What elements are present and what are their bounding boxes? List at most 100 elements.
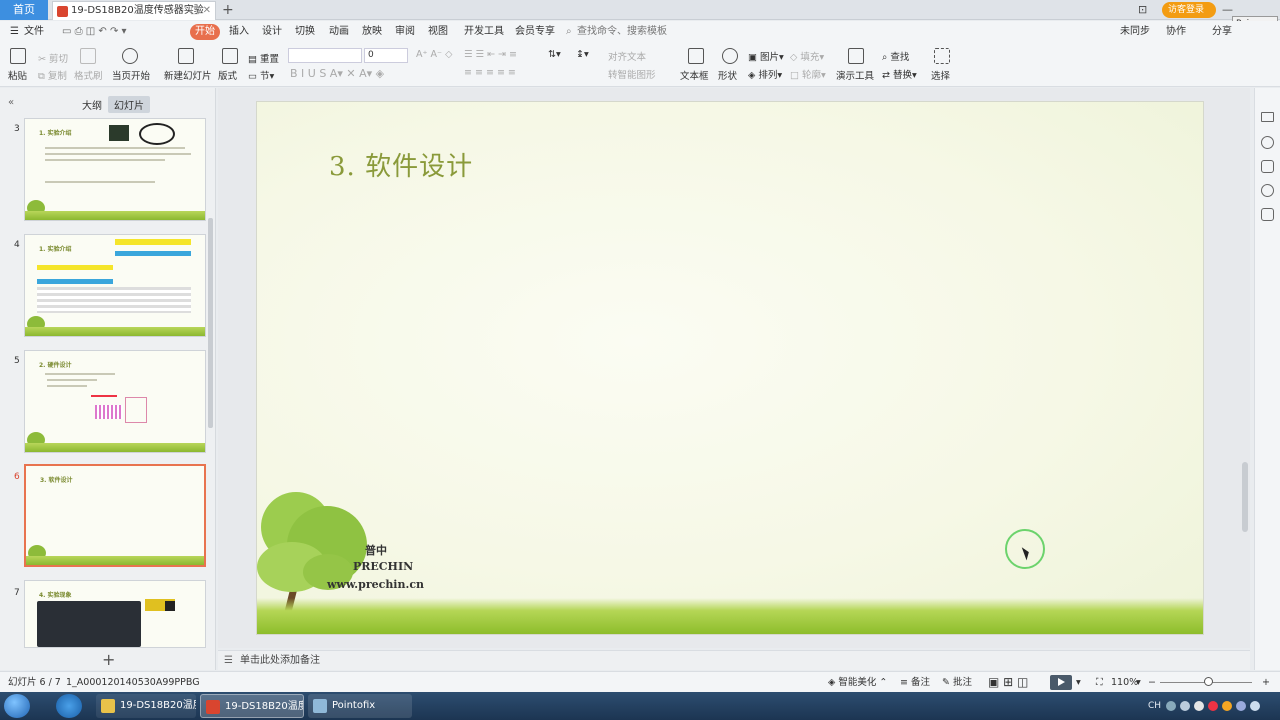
menu-view[interactable]: 视图 (428, 21, 448, 43)
taskbar-item-wps[interactable]: 19-DS18B20温度... (200, 694, 304, 718)
play-options-icon[interactable]: ▾ (1076, 672, 1081, 693)
tray-icon[interactable] (1180, 701, 1190, 711)
book-icon[interactable]: ⊡ (1138, 0, 1147, 20)
help-icon[interactable] (1261, 184, 1274, 197)
menu-member[interactable]: 会员专享 (515, 21, 555, 43)
hamburger-icon[interactable]: ☰ (10, 21, 19, 43)
new-slide-button[interactable]: 新建幻灯片 (164, 68, 212, 82)
add-slide-icon[interactable]: + (102, 650, 115, 669)
line-spacing-icon[interactable]: ↨▾ (576, 49, 589, 60)
collaborate-button[interactable]: 协作 (1166, 21, 1186, 43)
menu-insert[interactable]: 插入 (229, 21, 249, 43)
outline-button[interactable]: □ 轮廓▾ (790, 67, 826, 81)
taskbar-item-folder[interactable]: 19-DS18B20温度... (96, 694, 196, 718)
tab-outline[interactable]: 大纲 (76, 96, 108, 113)
sync-status[interactable]: 未同步 (1120, 21, 1150, 43)
zoom-level[interactable]: 110% (1111, 672, 1138, 693)
list-icons[interactable]: ☰ ☰ ⇤ ⇥ ≡ (464, 49, 517, 60)
zoom-in-icon[interactable]: + (1262, 672, 1270, 693)
slide-thumbnail-3[interactable]: 1. 实验介绍 (24, 118, 206, 221)
taskbar-item-pointofix[interactable]: Pointofix (308, 694, 412, 718)
font-name-field[interactable] (288, 48, 362, 63)
menu-transition[interactable]: 切换 (295, 21, 315, 43)
font-size-field[interactable]: 0 (364, 48, 408, 63)
tray-icon[interactable] (1194, 701, 1204, 711)
slide-title[interactable]: 3. 软件设计 (329, 146, 473, 183)
tray-icon[interactable] (1236, 701, 1246, 711)
menu-file[interactable]: 文件 (24, 21, 44, 43)
select-icon[interactable] (934, 48, 950, 64)
document-tab[interactable]: 19-DS18B20温度传感器实验 □ ✕ (52, 1, 216, 20)
scroll-thumb[interactable] (1242, 462, 1248, 532)
tray-icon[interactable] (1250, 701, 1260, 711)
section-button[interactable]: ▭ 节▾ (248, 68, 274, 82)
menu-slideshow[interactable]: 放映 (362, 21, 382, 43)
copy-button[interactable]: ⧉ 复制 (38, 68, 67, 82)
slide-thumbnail-7[interactable]: 4. 实验现象 (24, 580, 206, 648)
zoom-slider-knob[interactable] (1204, 677, 1213, 686)
properties-icon[interactable] (1261, 112, 1274, 122)
thumbnail-scrollbar[interactable] (208, 218, 213, 428)
shape-button[interactable]: 形状 (718, 68, 737, 82)
slide-thumbnail-6[interactable]: 3. 软件设计 (24, 464, 206, 567)
fit-window-icon[interactable]: ⛶ (1096, 672, 1103, 693)
beautify-button[interactable]: ◈ 智能美化 ⌃ (828, 672, 887, 693)
layout-button[interactable]: 版式 (218, 68, 237, 82)
font-size-adjust-icons[interactable]: A⁺ A⁻ ◇ (416, 49, 452, 60)
home-tab[interactable]: 首页 (0, 0, 48, 20)
notes-bar[interactable]: ☰ 单击此处添加备注 (218, 650, 1250, 670)
browser-icon[interactable] (56, 694, 82, 718)
start-button[interactable] (4, 694, 30, 718)
fill-button[interactable]: ◇ 填充▾ (790, 49, 824, 63)
zoom-out-icon[interactable]: − (1148, 672, 1156, 693)
arrange-button[interactable]: ◈ 排列▾ (748, 67, 782, 81)
slide-thumbnail-5[interactable]: 2. 硬件设计 (24, 350, 206, 453)
pin-icon[interactable] (1261, 136, 1274, 149)
menu-start[interactable]: 开始 (190, 24, 220, 40)
presentation-tools-icon[interactable] (848, 48, 864, 64)
align-text-button[interactable]: 对齐文本 (608, 49, 646, 63)
view-mode-icons[interactable]: ▣ ⊞ ◫ (988, 672, 1028, 693)
paste-icon[interactable] (10, 48, 26, 64)
tray-icon[interactable] (1222, 701, 1232, 711)
input-language[interactable]: CH (1148, 692, 1161, 720)
shape-icon[interactable] (722, 48, 738, 64)
login-button[interactable]: 访客登录 (1162, 2, 1216, 18)
zoom-dropdown-icon[interactable]: ▾ (1136, 672, 1141, 693)
textbox-button[interactable]: 文本框 (680, 68, 709, 82)
notes-placeholder[interactable]: 单击此处添加备注 (240, 655, 320, 666)
play-from-current-button[interactable]: 当页开始 (112, 68, 150, 82)
menu-review[interactable]: 审阅 (395, 21, 415, 43)
menu-design[interactable]: 设计 (262, 21, 282, 43)
find-button[interactable]: ⌕ 查找 (882, 49, 909, 63)
slides-icon[interactable] (1261, 160, 1274, 173)
tab-slides[interactable]: 幻灯片 (108, 96, 150, 113)
format-painter-button[interactable]: 格式刷 (74, 68, 103, 82)
font-style-icons[interactable]: B I U S A▾ ✕ A▾ ◈ (290, 67, 384, 80)
current-slide[interactable]: 3. 软件设计 普中 PRECHIN www.prechin.cn (256, 101, 1204, 635)
collapse-panel-icon[interactable]: « (2, 96, 20, 109)
quick-access-icons[interactable]: ▭ ⎙ ◫ ↶ ↷ ▾ (62, 21, 127, 43)
slide-vertical-scrollbar[interactable] (1240, 92, 1250, 642)
textbox-icon[interactable] (688, 48, 704, 64)
play-slideshow-button[interactable] (1050, 675, 1072, 690)
paste-button[interactable]: 粘贴 (8, 68, 27, 82)
comments-button[interactable]: ✎ 批注 (942, 672, 972, 693)
tray-icon[interactable] (1208, 701, 1218, 711)
new-tab-icon[interactable]: + (222, 0, 234, 20)
slide-thumbnail-4[interactable]: 1. 实验介绍 (24, 234, 206, 337)
presentation-tools-button[interactable]: 演示工具 (836, 68, 874, 82)
smartart-button[interactable]: 转智能图形 (608, 67, 656, 81)
menu-developer[interactable]: 开发工具 (464, 21, 504, 43)
tray-icon[interactable] (1166, 701, 1176, 711)
settings-icon[interactable] (1261, 208, 1274, 221)
tab-close-icon[interactable]: □ ✕ (190, 2, 211, 20)
picture-button[interactable]: ▣ 图片▾ (748, 49, 784, 63)
select-button[interactable]: 选择 (931, 68, 950, 82)
paragraph-align-icons[interactable]: ≡ ≡ ≡ ≡ ≡ (464, 67, 516, 78)
text-direction-icon[interactable]: ⇅▾ (548, 49, 561, 60)
menu-animation[interactable]: 动画 (329, 21, 349, 43)
new-slide-icon[interactable] (178, 48, 194, 64)
notes-toggle-button[interactable]: ≡ 备注 (900, 672, 930, 693)
play-from-current-icon[interactable] (122, 48, 138, 64)
